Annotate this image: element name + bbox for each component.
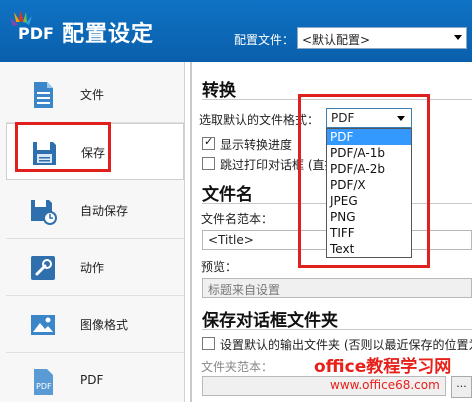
default-folder-checkbox[interactable] [202,337,215,350]
document-icon [34,82,53,108]
sidebar-item-image-formats[interactable]: 图像格式 [6,296,184,353]
sidebar-item-label: 自动保存 [80,204,129,218]
section-title-save-dialog: 保存对话框文件夹 [202,311,338,331]
app-header: PDF 配置设定 配置文件： <默认配置> [0,0,472,62]
highlight-box-save [15,122,111,172]
filename-template-label: 文件名范本： [201,212,274,226]
image-icon [31,315,55,335]
preview-field: 标题来自设置 [202,278,472,298]
show-progress-label: 显示转换进度 [220,138,293,152]
highlight-box-format [298,94,430,268]
watermark-url: www.office68.com [330,378,440,392]
pdf-file-icon: PDF [34,369,53,395]
config-select[interactable]: <默认配置> [297,27,467,49]
sidebar-item-pdf[interactable]: PDF PDF [6,353,184,410]
sidebar: 文件 保存 自动保存 动作 图像格式 PDF PDF [0,62,185,402]
sidebar-item-file[interactable]: 文件 [6,66,184,123]
sidebar-item-label: PDF [80,373,104,387]
folder-template-label: 文件夹范本： [201,360,274,374]
sidebar-item-autosave[interactable]: 自动保存 [6,182,184,239]
logo-text: PDF [18,24,54,43]
svg-text:PDF: PDF [36,382,52,391]
section-title-convert: 转换 [202,81,236,101]
autosave-icon [31,200,57,225]
divider [190,62,192,402]
config-select-value: <默认配置> [302,33,371,47]
sidebar-item-label: 文件 [80,88,105,102]
default-folder-label: 设置默认的输出文件夹 (否则以最近保存的位置为 [220,338,472,352]
wrench-icon [31,256,55,280]
watermark-title: office教程学习网 [314,357,452,377]
sidebar-item-label: 图像格式 [80,318,129,332]
preview-value: 标题来自设置 [208,283,281,297]
show-progress-checkbox[interactable] [202,135,215,150]
config-label: 配置文件： [234,33,295,47]
chevron-down-icon [454,35,462,40]
section-title-filename: 文件名 [202,185,253,205]
sidebar-item-label: 动作 [80,261,105,275]
page-title: 配置设定 [62,22,155,47]
divider [202,329,472,330]
preview-label: 预览： [201,260,238,274]
browse-button[interactable]: ... [451,376,472,398]
sidebar-item-actions[interactable]: 动作 [6,239,184,296]
filename-template-value: <Title> [208,233,254,247]
skip-print-checkbox[interactable] [202,157,215,170]
